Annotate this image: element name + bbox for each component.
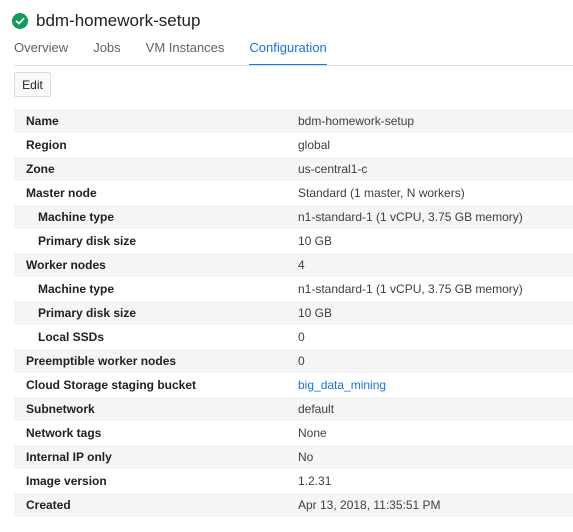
tab-jobs[interactable]: Jobs (93, 40, 120, 66)
config-key: Worker nodes (26, 258, 106, 272)
config-row: Created Apr 13, 2018, 11:35:51 PM (14, 493, 573, 517)
config-value: Apr 13, 2018, 11:35:51 PM (298, 498, 441, 512)
config-key: Subnetwork (26, 402, 95, 416)
config-key: Cloud Storage staging bucket (26, 378, 197, 392)
config-row: Subnetwork default (14, 397, 573, 421)
config-row: Network tags None (14, 421, 573, 445)
tabs-divider (14, 65, 573, 66)
config-row: Machine type n1-standard-1 (1 vCPU, 3.75 … (14, 277, 573, 301)
config-value: n1-standard-1 (1 vCPU, 3.75 GB memory) (298, 210, 523, 224)
config-value: 10 GB (298, 306, 333, 320)
config-value: us-central1-c (298, 162, 368, 176)
config-row: Region global (14, 133, 573, 157)
config-value: Standard (1 master, N workers) (298, 186, 465, 200)
config-value: bdm-homework-setup (298, 114, 415, 128)
check-circle-icon (12, 13, 28, 29)
tab-overview[interactable]: Overview (14, 40, 68, 66)
config-value: 0 (298, 354, 305, 368)
cluster-header: bdm-homework-setup (12, 10, 200, 32)
tab-vm-instances[interactable]: VM Instances (146, 40, 225, 66)
config-key: Internal IP only (26, 450, 112, 464)
tab-bar: Overview Jobs VM Instances Configuration (14, 40, 573, 66)
config-value: 10 GB (298, 234, 333, 248)
config-row: Name bdm-homework-setup (14, 109, 573, 133)
config-key: Name (26, 114, 59, 128)
config-row: Preemptible worker nodes 0 (14, 349, 573, 373)
config-row: Internal IP only No (14, 445, 573, 469)
config-row: Zone us-central1-c (14, 157, 573, 181)
tab-configuration[interactable]: Configuration (249, 40, 328, 66)
config-key: Local SSDs (38, 330, 105, 344)
config-row: Primary disk size 10 GB (14, 301, 573, 325)
config-key: Region (26, 138, 67, 152)
config-key: Created (26, 498, 71, 512)
config-value: 1.2.31 (298, 474, 332, 488)
config-value: 4 (298, 258, 305, 272)
staging-bucket-link[interactable]: big_data_mining (298, 378, 386, 392)
config-value: global (298, 138, 331, 152)
edit-button[interactable]: Edit (14, 72, 51, 97)
config-row: Worker nodes 4 (14, 253, 573, 277)
config-key: Machine type (38, 210, 115, 224)
config-value: None (298, 426, 327, 440)
config-key: Image version (26, 474, 107, 488)
config-key: Machine type (38, 282, 115, 296)
config-key: Network tags (26, 426, 102, 440)
config-value: No (298, 450, 314, 464)
config-key: Zone (26, 162, 55, 176)
config-key: Primary disk size (38, 234, 137, 248)
config-row: Master node Standard (1 master, N workers… (14, 181, 573, 205)
config-value: 0 (298, 330, 305, 344)
config-row: Cloud Storage staging bucket big_data_min… (14, 373, 573, 397)
config-row: Local SSDs 0 (14, 325, 573, 349)
config-row: Image version 1.2.31 (14, 469, 573, 493)
config-row: Primary disk size 10 GB (14, 229, 573, 253)
config-value: n1-standard-1 (1 vCPU, 3.75 GB memory) (298, 282, 523, 296)
page-title: bdm-homework-setup (36, 11, 201, 30)
config-row: Machine type n1-standard-1 (1 vCPU, 3.75 … (14, 205, 573, 229)
config-key: Preemptible worker nodes (26, 354, 177, 368)
config-key: Master node (26, 186, 97, 200)
configuration-table: Name bdm-homework-setup Region global Zone us… (14, 109, 573, 517)
config-key: Primary disk size (38, 306, 137, 320)
config-value: default (298, 402, 335, 416)
